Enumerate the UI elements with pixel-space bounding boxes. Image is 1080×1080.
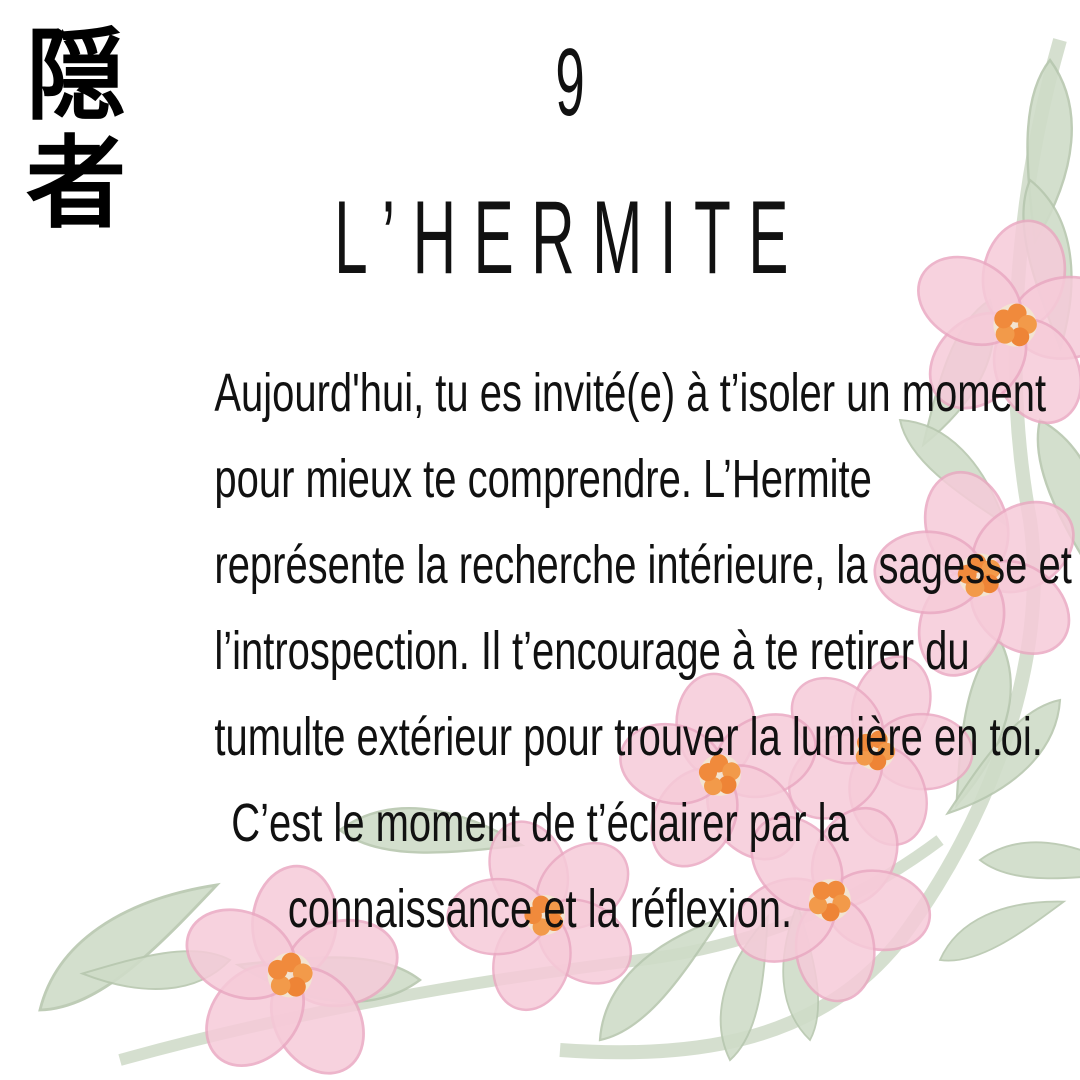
description-line: l’introspection. Il t’encourage à te ret…: [214, 621, 970, 681]
card-description: Aujourd'hui, tu es invité(e) à t’isoler …: [100, 350, 1072, 952]
kanji-title: 隠 者: [26, 22, 136, 238]
card-title: L’HERMITE: [334, 180, 806, 296]
description-line: représente la recherche intérieure, la s…: [214, 535, 1072, 595]
description-line: C’est le moment de t’éclairer par la: [231, 793, 849, 853]
description-line: tumulte extérieur pour trouver la lumièr…: [214, 707, 1043, 767]
card-number: 9: [555, 29, 585, 136]
kanji-character-1: 隠: [26, 17, 126, 134]
kanji-character-2: 者: [26, 125, 126, 242]
tarot-card: 隠 者 9 L’HERMITE Aujourd'hui, tu es invit…: [0, 0, 1080, 1080]
description-line: pour mieux te comprendre. L’Hermite: [214, 449, 872, 509]
description-line: connaissance et la réflexion.: [287, 879, 793, 939]
description-line: Aujourd'hui, tu es invité(e) à t’isoler …: [214, 363, 1047, 423]
